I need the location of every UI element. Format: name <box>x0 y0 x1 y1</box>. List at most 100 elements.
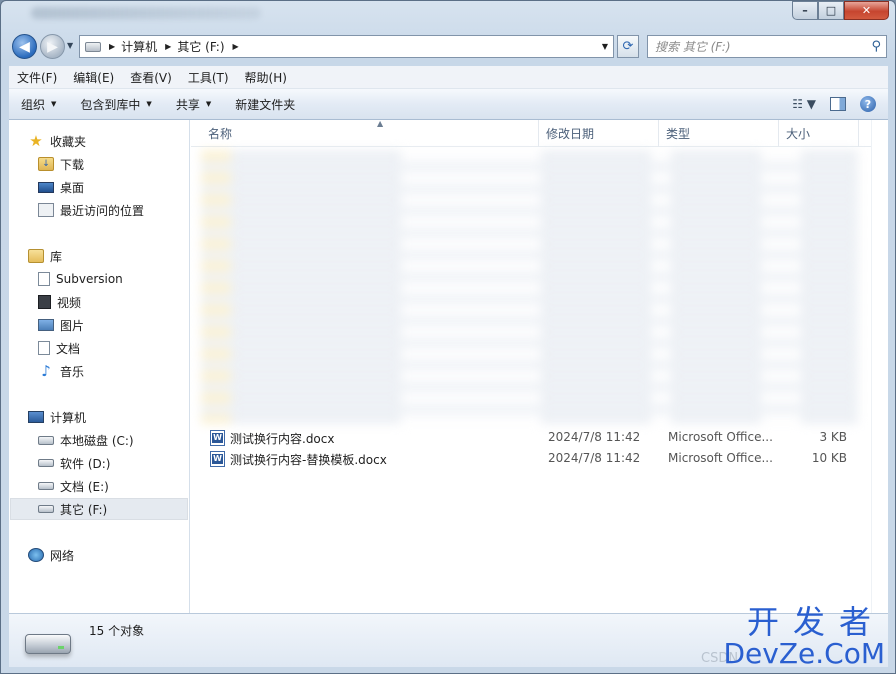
main-area: ★ 收藏夹 ↓ 下载 桌面 最近访问的位置 库 Subversion 视频 图片… <box>9 119 888 613</box>
column-headers: 名称 ▲ 修改日期 类型 大小 <box>191 119 871 147</box>
column-name-label: 名称 <box>208 127 233 141</box>
chevron-right-icon[interactable]: ▶ <box>165 42 171 51</box>
nav-item-subversion[interactable]: Subversion <box>38 268 123 290</box>
nav-item-drive-c[interactable]: 本地磁盘 (C:) <box>38 429 134 451</box>
sort-ascending-icon: ▲ <box>377 119 384 128</box>
menu-view[interactable]: 查看(V) <box>122 69 180 86</box>
desktop-icon <box>38 181 54 193</box>
chevron-right-icon[interactable]: ▶ <box>109 42 115 51</box>
column-date-label: 修改日期 <box>546 127 595 141</box>
drive-icon <box>38 482 54 490</box>
forward-button[interactable]: ▶ <box>40 34 65 59</box>
nav-item-label: 本地磁盘 (C:) <box>60 433 134 448</box>
breadcrumb-drive-f[interactable]: 其它 (F:) <box>177 38 224 55</box>
preview-pane-icon[interactable] <box>830 97 846 111</box>
nav-libraries-label: 库 <box>50 249 63 264</box>
nav-item-label: 音乐 <box>60 364 85 379</box>
nav-item-label: 图片 <box>60 318 85 333</box>
menu-bar: 文件(F) 编辑(E) 查看(V) 工具(T) 帮助(H) <box>9 66 888 89</box>
column-name[interactable]: 名称 ▲ <box>201 119 539 147</box>
drive-icon <box>85 41 101 52</box>
scrollbar-track[interactable] <box>871 120 888 613</box>
nav-item-label: 其它 (F:) <box>60 502 108 517</box>
file-row[interactable]: 测试换行内容.docx 2024/7/8 11:42 Microsoft Off… <box>191 427 871 448</box>
maximize-button[interactable]: □ <box>818 1 844 20</box>
new-folder-button[interactable]: 新建文件夹 <box>223 96 307 113</box>
breadcrumb-computer[interactable]: 计算机 <box>121 38 157 55</box>
file-date: 2024/7/8 11:42 <box>548 451 641 465</box>
nav-item-label: 下载 <box>60 157 85 172</box>
column-date-modified[interactable]: 修改日期 <box>539 120 659 147</box>
include-in-library-button[interactable]: 包含到库中 ▼ <box>68 96 163 113</box>
nav-item-desktop[interactable]: 桌面 <box>38 176 84 198</box>
menu-file[interactable]: 文件(F) <box>9 69 65 86</box>
help-icon[interactable]: ? <box>860 96 876 112</box>
nav-item-videos[interactable]: 视频 <box>38 291 81 313</box>
music-icon: ♪ <box>41 362 51 380</box>
recent-pages-dropdown[interactable]: ▼ <box>67 41 73 50</box>
file-name: 测试换行内容.docx <box>230 432 335 446</box>
address-bar[interactable]: ▶ 计算机 ▶ 其它 (F:) ▶ ▼ <box>79 35 614 58</box>
nav-favorites[interactable]: ★ 收藏夹 <box>28 130 86 152</box>
caption-buttons: – □ ✕ <box>792 1 889 20</box>
minimize-button[interactable]: – <box>792 1 818 20</box>
menu-tools[interactable]: 工具(T) <box>180 69 237 86</box>
nav-item-pictures[interactable]: 图片 <box>38 314 84 336</box>
picture-library-icon <box>38 319 54 331</box>
nav-libraries[interactable]: 库 <box>28 245 62 267</box>
chevron-down-icon: ▼ <box>51 100 57 108</box>
csdn-watermark: CSDN <box>701 651 739 666</box>
star-icon: ★ <box>29 132 43 150</box>
search-input[interactable]: 搜索 其它 (F:) ⚲ <box>647 35 887 58</box>
menu-edit[interactable]: 编辑(E) <box>65 69 122 86</box>
new-folder-label: 新建文件夹 <box>235 97 296 112</box>
drive-large-icon <box>25 634 71 654</box>
refresh-button[interactable]: ⟳ <box>617 35 639 58</box>
file-type: Microsoft Office... <box>668 451 773 465</box>
view-controls: ☷ ▼ ? <box>792 96 888 112</box>
view-options-icon[interactable]: ☷ ▼ <box>792 97 816 111</box>
menu-help[interactable]: 帮助(H) <box>237 69 295 86</box>
chevron-down-icon: ▼ <box>205 100 212 108</box>
close-button[interactable]: ✕ <box>844 1 889 20</box>
share-button[interactable]: 共享 ▼ <box>164 96 223 113</box>
address-dropdown-icon[interactable]: ▼ <box>602 42 608 51</box>
details-pane: 15 个对象 <box>9 613 888 667</box>
nav-computer-label: 计算机 <box>50 410 87 425</box>
nav-item-drive-f[interactable]: 其它 (F:) <box>10 498 188 520</box>
back-button[interactable]: ◀ <box>12 34 37 59</box>
nav-item-label: 视频 <box>57 295 82 310</box>
column-size[interactable]: 大小 <box>779 120 859 147</box>
nav-item-label: Subversion <box>56 272 123 286</box>
word-document-icon <box>210 451 225 467</box>
file-list: 名称 ▲ 修改日期 类型 大小 测试换行内容.docx 2024/7/8 11:… <box>191 119 888 613</box>
nav-item-label: 最近访问的位置 <box>60 203 145 218</box>
nav-item-label: 桌面 <box>60 180 85 195</box>
nav-item-label: 文档 (E:) <box>60 479 109 494</box>
library-icon <box>28 249 44 263</box>
search-icon[interactable]: ⚲ <box>871 39 881 54</box>
nav-item-drive-d[interactable]: 软件 (D:) <box>38 452 110 474</box>
organize-label: 组织 <box>21 97 46 112</box>
file-name: 测试换行内容-替换模板.docx <box>230 453 387 467</box>
nav-item-music[interactable]: ♪ 音乐 <box>38 360 84 382</box>
nav-network[interactable]: 网络 <box>28 544 74 566</box>
file-size: 3 KB <box>819 430 847 444</box>
window-title-blurred <box>31 7 261 19</box>
search-placeholder: 搜索 其它 (F:) <box>655 40 731 54</box>
word-document-icon <box>210 430 225 446</box>
chevron-right-icon[interactable]: ▶ <box>233 42 239 51</box>
share-label: 共享 <box>175 97 200 112</box>
nav-item-recent-places[interactable]: 最近访问的位置 <box>38 199 144 221</box>
column-type[interactable]: 类型 <box>659 120 779 147</box>
drive-icon <box>38 505 54 513</box>
nav-item-drive-e[interactable]: 文档 (E:) <box>38 475 109 497</box>
nav-item-documents[interactable]: 文档 <box>38 337 80 359</box>
organize-button[interactable]: 组织 ▼ <box>9 96 68 113</box>
chevron-down-icon: ▼ <box>146 100 152 108</box>
file-type: Microsoft Office... <box>668 430 773 444</box>
nav-item-downloads[interactable]: ↓ 下载 <box>38 153 84 175</box>
nav-computer[interactable]: 计算机 <box>28 406 86 428</box>
explorer-window: – □ ✕ ◀ ▶ ▼ ▶ 计算机 ▶ 其它 (F:) ▶ ▼ ⟳ 搜索 其它 … <box>0 0 896 674</box>
file-row[interactable]: 测试换行内容-替换模板.docx 2024/7/8 11:42 Microsof… <box>191 448 871 469</box>
